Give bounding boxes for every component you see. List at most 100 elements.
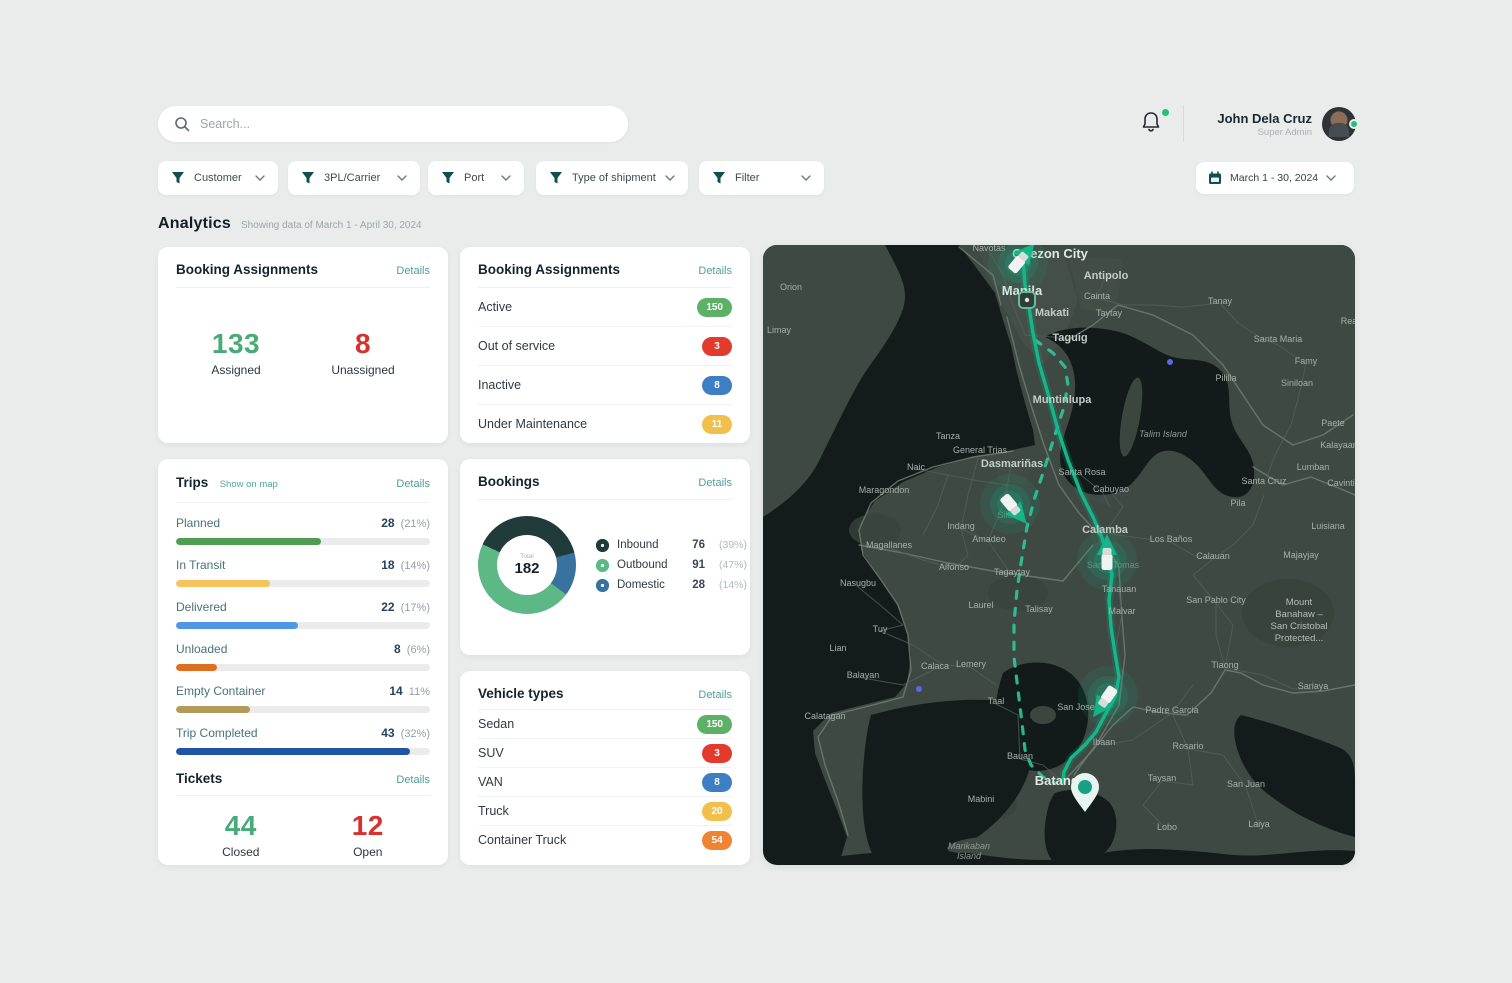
trip-row-header: Empty Container14 11% <box>176 682 430 700</box>
funnel-icon <box>301 171 315 185</box>
legend-percent: (39%) <box>719 539 747 551</box>
map-place-label: Tuy <box>873 624 888 634</box>
filter-customer[interactable]: Customer <box>158 161 278 195</box>
list-item-label: Sedan <box>478 717 514 731</box>
avatar[interactable] <box>1322 107 1356 141</box>
map-place-label: Ibaan <box>1093 737 1116 747</box>
map-place-label: Pililla <box>1215 373 1236 383</box>
port-dot-marker[interactable] <box>1167 359 1173 365</box>
details-link[interactable]: Details <box>396 265 430 277</box>
list-item: SUV3 <box>478 739 732 768</box>
truck-icon <box>1102 554 1113 570</box>
trip-percent: (17%) <box>398 602 430 614</box>
user-profile[interactable]: John Dela Cruz Super Admin <box>1196 106 1356 142</box>
map-place-label: Lian <box>829 643 846 653</box>
donut-total-value: 182 <box>514 560 539 577</box>
legend-value: 91 <box>687 559 705 571</box>
trip-values: 22 (17%) <box>381 598 430 616</box>
stat: 44Closed <box>222 810 259 859</box>
trip-row: In Transit18 (14%) <box>176 556 430 587</box>
count-badge: 8 <box>702 773 732 792</box>
list-item: Out of service3 <box>478 327 732 366</box>
details-link[interactable]: Details <box>698 265 732 277</box>
booking-summary-stats: 133Assigned8Unassigned <box>176 328 430 377</box>
map-place-label: Famy <box>1295 356 1318 366</box>
list-item: VAN8 <box>478 768 732 797</box>
map-place-label: Limay <box>767 325 792 335</box>
trip-bar-track <box>176 538 430 545</box>
map-place-label: Antipolo <box>1084 270 1129 282</box>
filter-port[interactable]: Port <box>428 161 524 195</box>
filter-type-of-shipment[interactable]: Type of shipment <box>536 161 688 195</box>
trip-row-header: Unloaded8 (6%) <box>176 640 430 658</box>
vehicle-types-list: Sedan150SUV3VAN8Truck20Container Truck54 <box>478 710 732 854</box>
map-place-label: Tagaytay <box>994 567 1031 577</box>
vehicle-marker[interactable] <box>1077 530 1137 590</box>
funnel-icon <box>441 171 455 185</box>
map-place-label: Padre Garcia <box>1145 705 1198 715</box>
trip-bar-fill <box>176 580 270 587</box>
legend-item: Domestic28(14%) <box>596 579 747 592</box>
date-range-picker[interactable]: March 1 - 30, 2024 <box>1196 162 1354 194</box>
stat: 8Unassigned <box>331 328 394 377</box>
card-title: Tickets <box>176 771 222 786</box>
details-link[interactable]: Details <box>396 478 430 490</box>
port-dot-marker[interactable] <box>916 686 922 692</box>
card-vehicle-types: Vehicle types Details Sedan150SUV3VAN8Tr… <box>460 671 750 865</box>
search-input[interactable] <box>200 117 612 131</box>
filter-label: 3PL/Carrier <box>324 172 380 184</box>
bell-icon <box>1140 110 1162 134</box>
legend-percent: (14%) <box>719 579 747 591</box>
details-link[interactable]: Details <box>698 477 732 489</box>
details-link[interactable]: Details <box>396 774 430 786</box>
map-place-label: Santa Maria <box>1254 334 1303 344</box>
trip-bar-track <box>176 748 430 755</box>
map-place-label: Maragondon <box>859 485 910 495</box>
trip-bar-fill <box>176 538 321 545</box>
count-badge: 3 <box>702 744 732 763</box>
show-on-map-link[interactable]: Show on map <box>220 479 278 490</box>
list-item: Container Truck54 <box>478 826 732 854</box>
page-title: Analytics <box>158 215 231 233</box>
vehicle-marker[interactable] <box>1078 666 1138 726</box>
count-badge: 54 <box>702 831 732 850</box>
map-place-label: Banahaw – <box>1275 609 1323 620</box>
donut-total-label: Total <box>520 553 534 560</box>
depot-marker[interactable] <box>1019 292 1035 308</box>
chevron-down-icon <box>255 175 265 181</box>
map-place-label: Talim Island <box>1139 429 1188 439</box>
filter-label: Type of shipment <box>572 172 656 184</box>
list-item-label: Under Maintenance <box>478 417 587 431</box>
card-title: Booking Assignments <box>176 262 318 277</box>
user-role: Super Admin <box>1217 127 1312 138</box>
search-bar[interactable] <box>158 106 628 142</box>
trip-bar-track <box>176 664 430 671</box>
map[interactable]: NavotasQuezon CityManilaMakatiTaguigMunt… <box>763 245 1355 865</box>
search-icon <box>174 116 190 132</box>
map-place-label: Tanza <box>936 431 960 441</box>
filter-label: Filter <box>735 172 759 184</box>
list-item: Under Maintenance11 <box>478 405 732 443</box>
trip-row-header: Delivered22 (17%) <box>176 598 430 616</box>
legend-name: Inbound <box>617 539 679 551</box>
dashboard: John Dela Cruz Super Admin Customer 3PL/… <box>0 0 1512 983</box>
details-link[interactable]: Details <box>698 689 732 701</box>
card-title: Bookings <box>478 474 540 489</box>
tickets-header: Tickets Details <box>176 771 430 796</box>
funnel-icon <box>171 171 185 185</box>
stat-label: Open <box>352 845 384 859</box>
filter-3pl-carrier[interactable]: 3PL/Carrier <box>288 161 420 195</box>
map-place-label: San Cristobal <box>1270 621 1327 632</box>
map-place-label: Magallanes <box>866 540 913 550</box>
map-place-label: Dasmariñas <box>981 458 1043 470</box>
trip-bar-fill <box>176 706 250 713</box>
vehicle-marker[interactable] <box>980 474 1040 534</box>
legend-item: Outbound91(47%) <box>596 559 747 572</box>
card-title: Trips <box>176 475 208 490</box>
map-place-label: Laurel <box>968 600 993 610</box>
stat-value: 8 <box>331 328 394 360</box>
user-name: John Dela Cruz <box>1217 111 1312 126</box>
notification-bell[interactable] <box>1140 110 1170 138</box>
map-place-label: Tanay <box>1208 296 1233 306</box>
filter-generic[interactable]: Filter <box>699 161 824 195</box>
